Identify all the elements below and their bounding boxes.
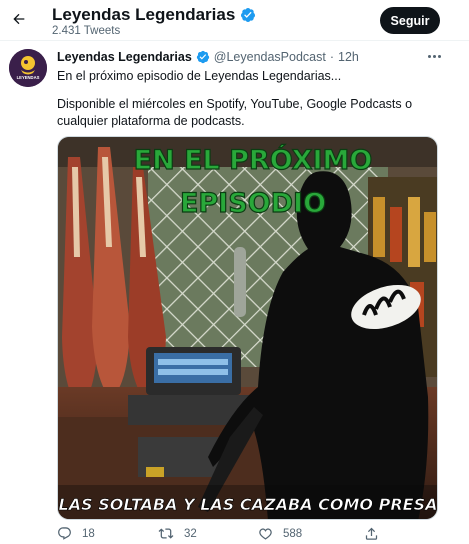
- tweet-count: 2.431 Tweets: [52, 25, 121, 37]
- media-headline-line2: EPISODIO: [180, 188, 326, 219]
- retweet-icon: [158, 528, 174, 539]
- more-options-button[interactable]: [424, 48, 444, 64]
- header-divider: [0, 40, 469, 41]
- follow-button[interactable]: Seguir: [380, 7, 440, 34]
- reply-count: 18: [82, 527, 95, 540]
- retweet-button[interactable]: 32: [158, 526, 197, 541]
- verified-badge-icon: [196, 50, 209, 64]
- more-dot-icon: [437, 54, 441, 58]
- share-icon: [365, 527, 378, 540]
- arrow-left-icon: [13, 13, 25, 25]
- tweet-handle[interactable]: @LeyendasPodcast: [214, 50, 326, 64]
- media-caption: "LAS SOLTABA Y LAS CAZABA COMO PRESA": [58, 495, 438, 514]
- like-count: 588: [283, 527, 303, 540]
- tweet-text-line1: En el próximo episodio de Leyendas Legen…: [57, 69, 342, 83]
- more-dot-icon: [432, 54, 436, 58]
- share-button[interactable]: [364, 526, 379, 541]
- profile-name: Leyendas Legendarias: [52, 5, 236, 24]
- heart-icon: [259, 528, 272, 540]
- tweet-media-image[interactable]: EN EL PRÓXIMO EPISODIO "LAS SOLTABA Y LA…: [57, 136, 438, 520]
- reply-icon: [58, 527, 71, 540]
- verified-badge-icon: [241, 8, 256, 22]
- media-headline-line1: EN EL PRÓXIMO: [134, 144, 373, 176]
- header-title: Leyendas Legendarias: [52, 5, 256, 25]
- avatar-logo-text: LEYENDAS: [17, 75, 40, 80]
- avatar[interactable]: LEYENDAS: [9, 49, 47, 87]
- tweet-header: Leyendas Legendarias @LeyendasPodcast · …: [57, 50, 359, 64]
- tweet-text-line2: Disponible el miércoles en Spotify, YouT…: [57, 97, 413, 128]
- tweet-actions: 18 32 588: [0, 526, 469, 544]
- reply-button[interactable]: 18: [57, 526, 95, 541]
- more-dot-icon: [427, 54, 431, 58]
- separator-dot: ·: [329, 50, 335, 64]
- back-button[interactable]: [6, 6, 32, 32]
- like-button[interactable]: 588: [258, 526, 302, 541]
- tweet-time[interactable]: 12h: [338, 50, 359, 64]
- profile-header: Leyendas Legendarias 2.431 Tweets Seguir: [0, 0, 469, 44]
- retweet-count: 32: [184, 527, 197, 540]
- tweet-author-name[interactable]: Leyendas Legendarias: [57, 50, 192, 64]
